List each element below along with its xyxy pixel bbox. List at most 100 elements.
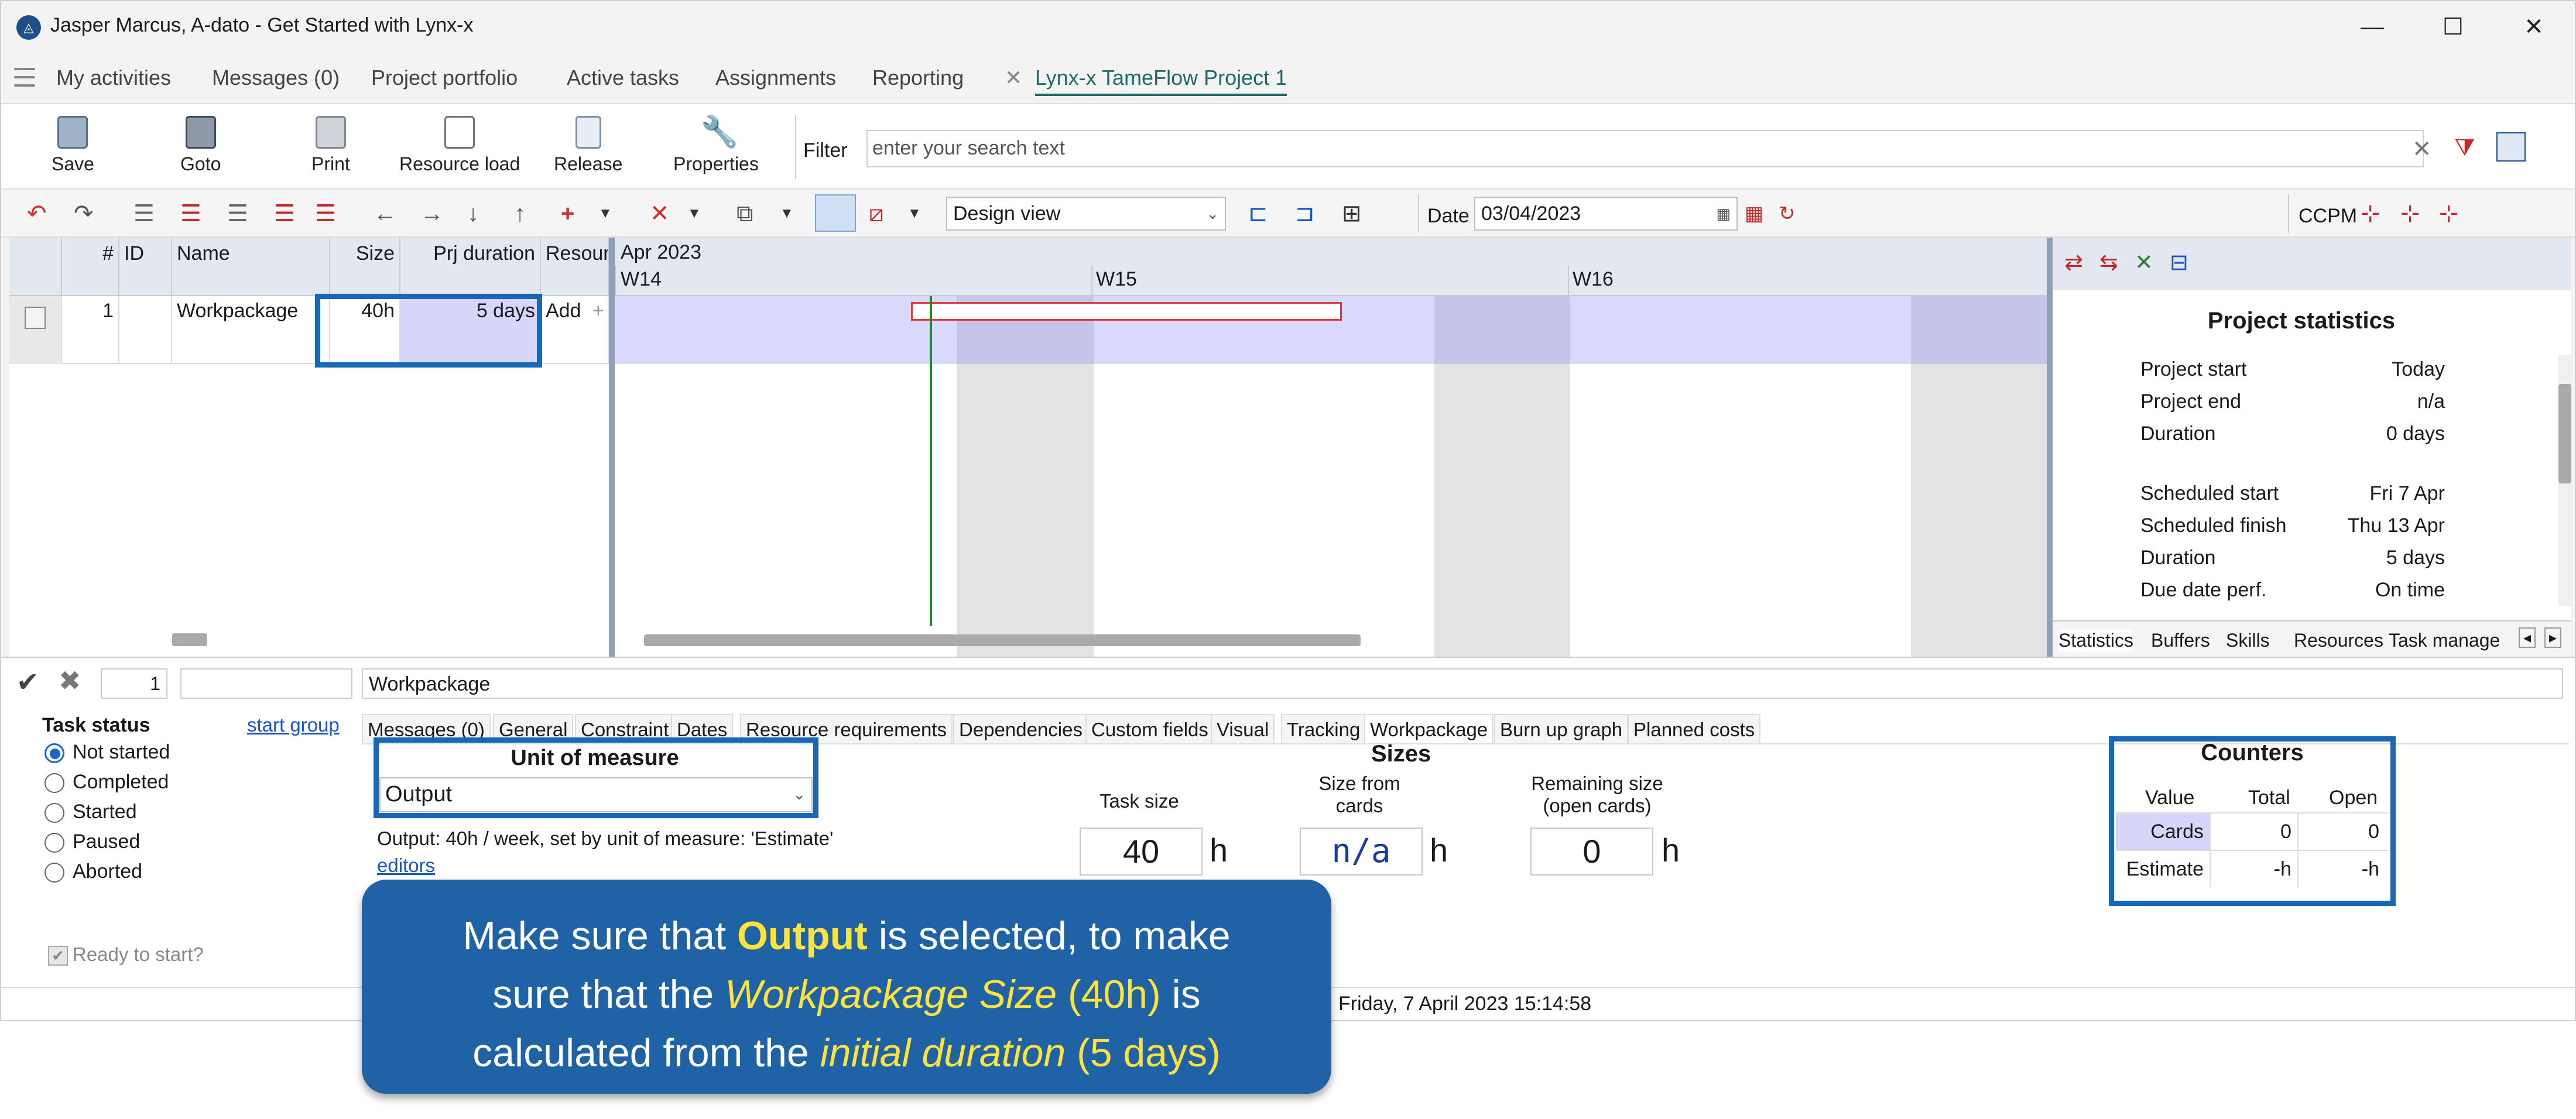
status-not-started-radio[interactable]: Not started <box>44 741 170 764</box>
minimize-button[interactable]: — <box>2355 11 2390 43</box>
maximize-button[interactable]: ☐ <box>2435 11 2471 43</box>
menu-messages[interactable]: Messages (0) <box>212 66 340 90</box>
close-button[interactable]: ✕ <box>2516 11 2551 43</box>
menu-reporting[interactable]: Reporting <box>872 66 964 90</box>
tabs-scroll-left-icon[interactable]: ◂ <box>2519 627 2536 648</box>
tab-buffers[interactable]: Buffers <box>2151 630 2210 651</box>
status-started-radio[interactable]: Started <box>44 801 137 823</box>
gantt-options-dropdown-icon[interactable]: ▼ <box>907 200 922 227</box>
arrow-left-icon[interactable]: ← <box>374 200 397 227</box>
task-id-field[interactable] <box>180 668 352 699</box>
task-name-field[interactable]: Workpackage <box>362 668 2563 699</box>
row-resource-add[interactable]: Add + <box>541 296 609 364</box>
link-tasks-icon[interactable]: ⧉ <box>737 200 753 227</box>
stats-tool-icon-3[interactable]: ✕ <box>2135 249 2153 276</box>
redo-icon[interactable]: ↷ <box>74 200 94 227</box>
tabs-scroll-right-icon[interactable]: ▸ <box>2544 627 2562 648</box>
tab-resources[interactable]: Resources <box>2294 630 2383 651</box>
gantt-scrollbar-thumb[interactable] <box>644 634 1361 646</box>
resource-load-button[interactable]: Resource load <box>399 116 520 175</box>
date-input[interactable]: 03/04/2023 ▦ <box>1474 197 1738 231</box>
print-button[interactable]: Print <box>311 116 350 175</box>
status-aborted-radio[interactable]: Aborted <box>44 860 142 883</box>
outdent-icon[interactable]: ☰ <box>133 200 155 227</box>
task-bar[interactable] <box>911 302 1342 321</box>
tab-statistics[interactable]: Statistics <box>2058 630 2134 651</box>
delete-dropdown-icon[interactable]: ▼ <box>687 200 701 227</box>
stats-tool-icon-2[interactable]: ⇆ <box>2099 249 2118 276</box>
ccpm-tree-icon[interactable]: ⊹ <box>2439 200 2459 227</box>
col-size[interactable]: Size <box>330 238 400 296</box>
goto-button[interactable]: Goto <box>180 116 221 175</box>
clear-search-icon[interactable]: ✕ <box>2412 136 2432 163</box>
ccpm-remove-icon[interactable]: ⊹ <box>2400 200 2420 227</box>
row-id[interactable] <box>119 296 172 364</box>
search-input[interactable]: enter your search text <box>866 130 2424 167</box>
start-group-link[interactable]: start group <box>247 714 340 736</box>
menu-active-tasks[interactable]: Active tasks <box>567 66 679 90</box>
menu-assignments[interactable]: Assignments <box>715 66 836 90</box>
format-icon[interactable]: ☰ <box>315 200 336 227</box>
col-number[interactable]: # <box>62 238 119 296</box>
stats-tool-icon-4[interactable]: ⊟ <box>2170 249 2188 276</box>
col-id[interactable]: ID <box>119 238 172 296</box>
refresh-date-icon[interactable]: ↻ <box>1779 200 1796 227</box>
filter-funnel-icon[interactable]: ⧩ <box>2454 135 2475 161</box>
ccpm-add-icon[interactable]: ⊹ <box>2361 200 2380 227</box>
network-icon[interactable]: ⊞ <box>1342 200 1362 227</box>
tab-project[interactable]: Lynx-x TameFlow Project 1 <box>1035 66 1287 96</box>
status-completed-radio[interactable]: Completed <box>44 771 169 794</box>
tab-dependencies[interactable]: Dependencies <box>953 714 1088 744</box>
add-resource-icon[interactable]: + <box>592 300 604 322</box>
release-button[interactable]: Release <box>554 116 622 175</box>
stats-scrollbar[interactable] <box>2558 355 2571 606</box>
grid-scrollbar-thumb[interactable] <box>172 633 207 646</box>
undo-icon[interactable]: ↶ <box>27 200 47 227</box>
add-dropdown-icon[interactable]: ▼ <box>598 200 612 227</box>
view-select[interactable]: Design view ⌄ <box>946 197 1226 231</box>
tab-visual[interactable]: Visual <box>1211 714 1275 744</box>
insert-row-icon[interactable]: ☰ <box>227 200 248 227</box>
menu-my-activities[interactable]: My activities <box>56 66 171 90</box>
search-icon[interactable] <box>2496 132 2526 162</box>
status-paused-radio[interactable]: Paused <box>44 830 140 853</box>
row-name[interactable]: Workpackage <box>172 296 330 364</box>
task-size-input[interactable]: 40 <box>1080 828 1203 876</box>
col-name[interactable]: Name <box>172 238 330 296</box>
cancel-edit-icon[interactable]: ✖ <box>59 665 81 696</box>
properties-button[interactable]: 🔧 Properties <box>673 116 759 175</box>
ready-to-start-checkbox[interactable]: ✔ Ready to start? <box>48 943 204 966</box>
delete-row-icon[interactable]: ☰ <box>274 200 295 227</box>
arrow-up-icon[interactable]: ↑ <box>514 200 526 227</box>
editors-link[interactable]: editors <box>377 854 435 877</box>
close-tab-icon[interactable]: ✕ <box>1005 66 1022 90</box>
schedule-toggle-button[interactable] <box>815 194 856 232</box>
tab-burn-up-graph[interactable]: Burn up graph <box>1494 714 1629 744</box>
hamburger-menu-icon[interactable] <box>14 68 35 88</box>
menu-project-portfolio[interactable]: Project portfolio <box>371 66 518 90</box>
stats-tool-icon-1[interactable]: ⇄ <box>2064 249 2083 276</box>
add-icon[interactable]: + <box>561 200 574 227</box>
save-button[interactable]: Save <box>52 116 94 175</box>
delete-icon[interactable]: ✕ <box>650 200 670 227</box>
chain-right-icon[interactable]: ⊐ <box>1295 200 1315 227</box>
col-resource[interactable]: Resourc <box>541 238 609 296</box>
arrow-right-icon[interactable]: → <box>420 200 444 227</box>
tab-tracking[interactable]: Tracking <box>1281 714 1366 744</box>
chain-left-icon[interactable]: ⊏ <box>1248 200 1268 227</box>
tab-custom-fields[interactable]: Custom fields <box>1085 714 1214 744</box>
confirm-icon[interactable]: ✔ <box>16 666 39 698</box>
task-number-field[interactable]: 1 <box>101 668 167 699</box>
indent-icon[interactable]: ☰ <box>180 200 201 227</box>
tab-task-manager[interactable]: Task manage <box>2389 630 2512 651</box>
tab-workpackage[interactable]: Workpackage <box>1364 714 1494 744</box>
calendar-red-icon[interactable]: ▦ <box>1745 200 1763 227</box>
gantt-options-icon[interactable]: ⧄ <box>869 200 883 227</box>
stats-scrollbar-thumb[interactable] <box>2558 384 2571 483</box>
row-handle[interactable] <box>9 296 62 364</box>
arrow-down-icon[interactable]: ↓ <box>467 200 479 227</box>
tab-planned-costs[interactable]: Planned costs <box>1628 714 1761 744</box>
col-duration[interactable]: Prj duration <box>400 238 541 296</box>
link-dropdown-icon[interactable]: ▼ <box>780 200 794 227</box>
tab-skills[interactable]: Skills <box>2226 630 2270 651</box>
